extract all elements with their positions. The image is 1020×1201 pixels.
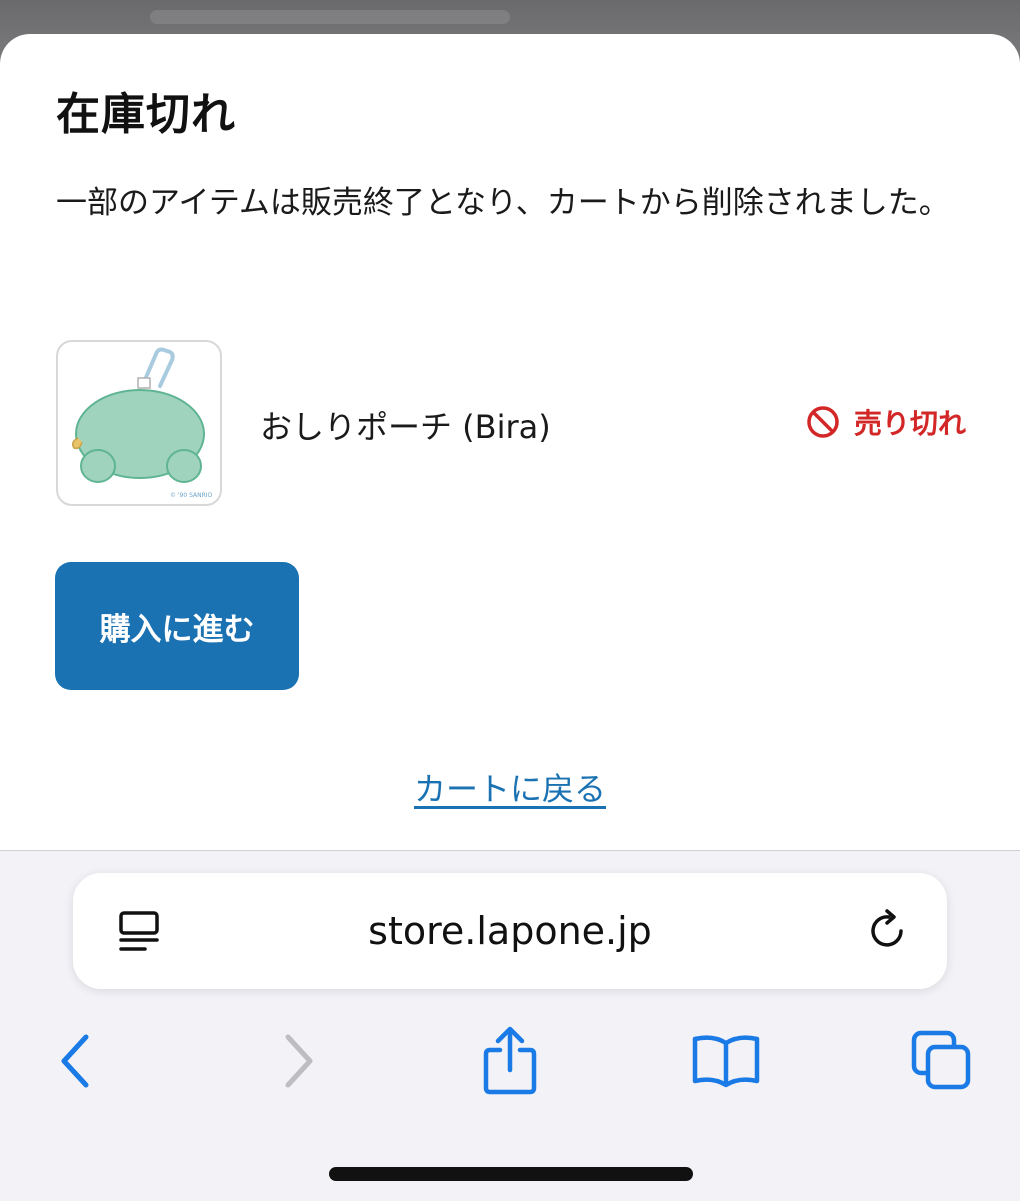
removed-item-row: © '90 SANRIO おしりポーチ (Bira) 売り切れ — [56, 340, 966, 506]
bookmarks-icon — [692, 1035, 760, 1088]
item-name: おしりポーチ (Bira) — [260, 408, 551, 446]
address-bar[interactable]: store.lapone.jp — [73, 873, 947, 989]
forward-arrow-icon — [285, 1034, 313, 1088]
back-to-cart-link[interactable]: カートに戻る — [0, 764, 1020, 810]
item-thumbnail: © '90 SANRIO — [56, 340, 222, 506]
pouch-image: © '90 SANRIO — [71, 347, 213, 499]
share-button[interactable] — [470, 1021, 550, 1101]
background-blur — [150, 10, 510, 24]
back-arrow-icon — [61, 1034, 89, 1088]
home-indicator — [329, 1167, 693, 1181]
url-text[interactable]: store.lapone.jp — [73, 873, 947, 989]
bookmarks-button[interactable] — [686, 1021, 766, 1101]
reader-icon[interactable] — [117, 909, 163, 955]
proceed-to-checkout-button[interactable]: 購入に進む — [55, 562, 299, 690]
tabs-button[interactable] — [902, 1021, 982, 1101]
image-copyright: © '90 SANRIO — [170, 492, 213, 499]
dialog-message: 一部のアイテムは販売終了となり、カートから削除されました。 — [56, 185, 950, 221]
share-icon — [483, 1026, 537, 1095]
out-of-stock-sheet: 在庫切れ 一部のアイテムは販売終了となり、カートから削除されました。 © '90… — [0, 34, 1020, 850]
back-button[interactable] — [36, 1021, 116, 1101]
browser-toolbar: store.lapone.jp — [0, 850, 1020, 1201]
sold-out-status: 売り切れ — [806, 402, 966, 442]
prohibited-icon — [807, 406, 839, 438]
sold-out-label: 売り切れ — [853, 407, 966, 440]
forward-button[interactable] — [258, 1021, 338, 1101]
dialog-title: 在庫切れ — [56, 89, 236, 140]
tabs-icon — [911, 1030, 971, 1090]
reload-icon[interactable] — [867, 909, 911, 953]
